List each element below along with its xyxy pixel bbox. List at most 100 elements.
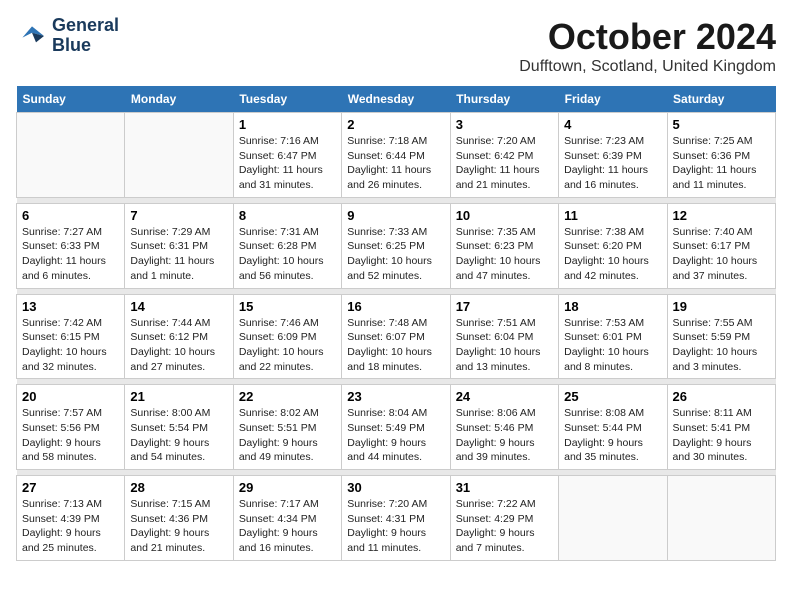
cell-date: 1 (239, 117, 336, 132)
calendar-cell: 1 Sunrise: 7:16 AM Sunset: 6:47 PM Daylig… (233, 113, 341, 198)
cell-info: Sunrise: 7:13 AM Sunset: 4:39 PM Dayligh… (22, 497, 119, 556)
cell-info: Sunrise: 7:40 AM Sunset: 6:17 PM Dayligh… (673, 225, 770, 284)
cell-info: Sunrise: 7:44 AM Sunset: 6:12 PM Dayligh… (130, 316, 227, 375)
calendar-cell: 11Sunrise: 7:38 AM Sunset: 6:20 PM Dayli… (559, 203, 667, 288)
cell-date: 2 (347, 117, 444, 132)
calendar-cell: 26 Sunrise: 8:11 AM Sunset: 5:41 PM Dayli… (667, 385, 775, 470)
calendar-cell: 3 Sunrise: 7:20 AM Sunset: 6:42 PM Daylig… (450, 113, 558, 198)
cell-date: 24 (456, 389, 553, 404)
calendar-cell: 15 Sunrise: 7:46 AM Sunset: 6:09 PM Dayli… (233, 294, 341, 379)
cell-date: 9 (347, 208, 444, 223)
cell-date: 7 (130, 208, 227, 223)
cell-info: Sunrise: 7:18 AM Sunset: 6:44 PM Dayligh… (347, 134, 444, 193)
calendar-cell: 8 Sunrise: 7:31 AM Sunset: 6:28 PM Daylig… (233, 203, 341, 288)
cell-info: Sunrise: 7:29 AM Sunset: 6:31 PM Dayligh… (130, 225, 227, 284)
calendar-cell: 9 Sunrise: 7:33 AM Sunset: 6:25 PM Daylig… (342, 203, 450, 288)
cell-date: 22 (239, 389, 336, 404)
cell-info: Sunrise: 7:48 AM Sunset: 6:07 PM Dayligh… (347, 316, 444, 375)
calendar-cell: 4 Sunrise: 7:23 AM Sunset: 6:39 PM Daylig… (559, 113, 667, 198)
logo-icon (16, 20, 48, 52)
cell-date: 3 (456, 117, 553, 132)
week-row-1: 1 Sunrise: 7:16 AM Sunset: 6:47 PM Daylig… (17, 113, 776, 198)
cell-date: 26 (673, 389, 770, 404)
week-row-5: 27 Sunrise: 7:13 AM Sunset: 4:39 PM Dayli… (17, 476, 776, 561)
cell-info: Sunrise: 8:00 AM Sunset: 5:54 PM Dayligh… (130, 406, 227, 465)
cell-info: Sunrise: 7:16 AM Sunset: 6:47 PM Dayligh… (239, 134, 336, 193)
calendar-cell: 27 Sunrise: 7:13 AM Sunset: 4:39 PM Dayli… (17, 476, 125, 561)
column-header-friday: Friday (559, 86, 667, 113)
calendar-cell: 17 Sunrise: 7:51 AM Sunset: 6:04 PM Dayli… (450, 294, 558, 379)
cell-info: Sunrise: 7:17 AM Sunset: 4:34 PM Dayligh… (239, 497, 336, 556)
calendar-cell: 5Sunrise: 7:25 AM Sunset: 6:36 PM Daylig… (667, 113, 775, 198)
cell-info: Sunrise: 7:55 AM Sunset: 5:59 PM Dayligh… (673, 316, 770, 375)
calendar-cell: 22 Sunrise: 8:02 AM Sunset: 5:51 PM Dayli… (233, 385, 341, 470)
cell-info: Sunrise: 8:11 AM Sunset: 5:41 PM Dayligh… (673, 406, 770, 465)
calendar-cell: 6 Sunrise: 7:27 AM Sunset: 6:33 PM Daylig… (17, 203, 125, 288)
cell-info: Sunrise: 8:02 AM Sunset: 5:51 PM Dayligh… (239, 406, 336, 465)
calendar-cell: 19Sunrise: 7:55 AM Sunset: 5:59 PM Dayli… (667, 294, 775, 379)
cell-date: 4 (564, 117, 661, 132)
column-header-tuesday: Tuesday (233, 86, 341, 113)
cell-date: 18 (564, 299, 661, 314)
cell-info: Sunrise: 8:08 AM Sunset: 5:44 PM Dayligh… (564, 406, 661, 465)
calendar-cell (17, 113, 125, 198)
cell-info: Sunrise: 7:20 AM Sunset: 6:42 PM Dayligh… (456, 134, 553, 193)
cell-date: 30 (347, 480, 444, 495)
calendar-cell: 23 Sunrise: 8:04 AM Sunset: 5:49 PM Dayli… (342, 385, 450, 470)
cell-info: Sunrise: 7:53 AM Sunset: 6:01 PM Dayligh… (564, 316, 661, 375)
location: Dufftown, Scotland, United Kingdom (519, 58, 776, 76)
week-row-4: 20 Sunrise: 7:57 AM Sunset: 5:56 PM Dayli… (17, 385, 776, 470)
cell-info: Sunrise: 7:51 AM Sunset: 6:04 PM Dayligh… (456, 316, 553, 375)
logo-text: General Blue (52, 16, 119, 56)
cell-info: Sunrise: 7:46 AM Sunset: 6:09 PM Dayligh… (239, 316, 336, 375)
cell-date: 29 (239, 480, 336, 495)
cell-date: 28 (130, 480, 227, 495)
cell-info: Sunrise: 8:04 AM Sunset: 5:49 PM Dayligh… (347, 406, 444, 465)
calendar-cell: 10 Sunrise: 7:35 AM Sunset: 6:23 PM Dayli… (450, 203, 558, 288)
month-title: October 2024 (519, 16, 776, 58)
cell-info: Sunrise: 7:25 AM Sunset: 6:36 PM Dayligh… (673, 134, 770, 193)
cell-date: 6 (22, 208, 119, 223)
cell-info: Sunrise: 7:33 AM Sunset: 6:25 PM Dayligh… (347, 225, 444, 284)
title-section: October 2024 Dufftown, Scotland, United … (519, 16, 776, 76)
cell-date: 10 (456, 208, 553, 223)
calendar-cell (125, 113, 233, 198)
calendar-cell: 12Sunrise: 7:40 AM Sunset: 6:17 PM Dayli… (667, 203, 775, 288)
cell-date: 17 (456, 299, 553, 314)
page-header: General Blue October 2024 Dufftown, Scot… (16, 16, 776, 76)
week-row-2: 6 Sunrise: 7:27 AM Sunset: 6:33 PM Daylig… (17, 203, 776, 288)
calendar-cell: 18 Sunrise: 7:53 AM Sunset: 6:01 PM Dayli… (559, 294, 667, 379)
cell-date: 25 (564, 389, 661, 404)
cell-info: Sunrise: 7:20 AM Sunset: 4:31 PM Dayligh… (347, 497, 444, 556)
cell-date: 23 (347, 389, 444, 404)
cell-info: Sunrise: 7:15 AM Sunset: 4:36 PM Dayligh… (130, 497, 227, 556)
calendar-table: SundayMondayTuesdayWednesdayThursdayFrid… (16, 86, 776, 561)
week-row-3: 13 Sunrise: 7:42 AM Sunset: 6:15 PM Dayli… (17, 294, 776, 379)
calendar-cell: 25 Sunrise: 8:08 AM Sunset: 5:44 PM Dayli… (559, 385, 667, 470)
column-header-monday: Monday (125, 86, 233, 113)
logo: General Blue (16, 16, 119, 56)
calendar-cell: 2 Sunrise: 7:18 AM Sunset: 6:44 PM Daylig… (342, 113, 450, 198)
cell-info: Sunrise: 7:35 AM Sunset: 6:23 PM Dayligh… (456, 225, 553, 284)
cell-info: Sunrise: 7:27 AM Sunset: 6:33 PM Dayligh… (22, 225, 119, 284)
cell-date: 27 (22, 480, 119, 495)
cell-info: Sunrise: 8:06 AM Sunset: 5:46 PM Dayligh… (456, 406, 553, 465)
column-header-sunday: Sunday (17, 86, 125, 113)
calendar-cell: 14 Sunrise: 7:44 AM Sunset: 6:12 PM Dayli… (125, 294, 233, 379)
cell-info: Sunrise: 7:42 AM Sunset: 6:15 PM Dayligh… (22, 316, 119, 375)
cell-date: 8 (239, 208, 336, 223)
calendar-cell: 31Sunrise: 7:22 AM Sunset: 4:29 PM Dayli… (450, 476, 558, 561)
cell-info: Sunrise: 7:31 AM Sunset: 6:28 PM Dayligh… (239, 225, 336, 284)
cell-info: Sunrise: 7:57 AM Sunset: 5:56 PM Dayligh… (22, 406, 119, 465)
cell-date: 15 (239, 299, 336, 314)
cell-date: 20 (22, 389, 119, 404)
cell-date: 13 (22, 299, 119, 314)
cell-info: Sunrise: 7:23 AM Sunset: 6:39 PM Dayligh… (564, 134, 661, 193)
header-row: SundayMondayTuesdayWednesdayThursdayFrid… (17, 86, 776, 113)
cell-date: 14 (130, 299, 227, 314)
calendar-cell: 16Sunrise: 7:48 AM Sunset: 6:07 PM Dayli… (342, 294, 450, 379)
calendar-cell: 20 Sunrise: 7:57 AM Sunset: 5:56 PM Dayli… (17, 385, 125, 470)
calendar-cell (667, 476, 775, 561)
cell-date: 11 (564, 208, 661, 223)
calendar-cell: 13 Sunrise: 7:42 AM Sunset: 6:15 PM Dayli… (17, 294, 125, 379)
